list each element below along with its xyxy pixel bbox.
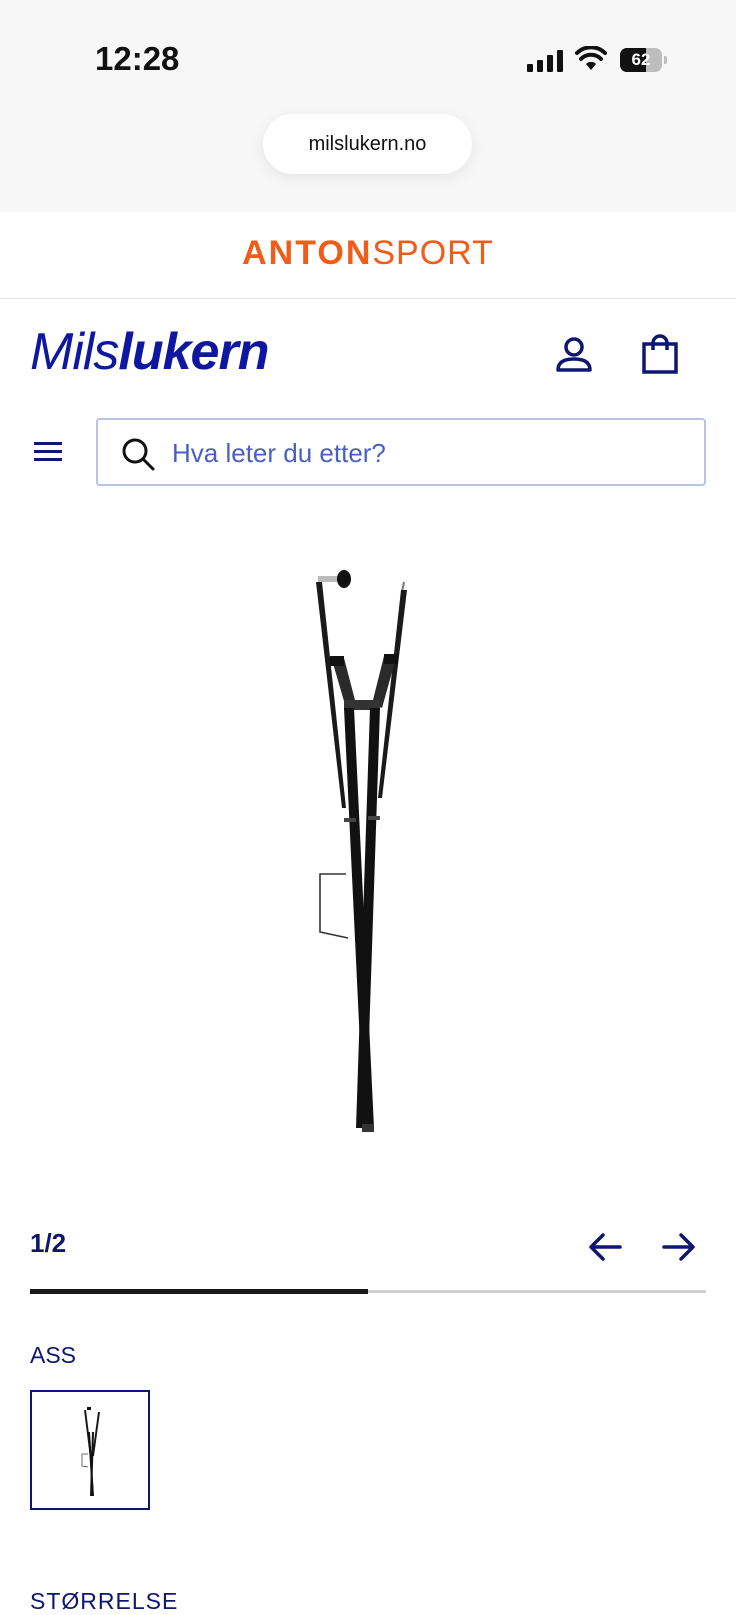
gallery-counter: 1/2: [30, 1228, 67, 1258]
anton-sport-logo[interactable]: ANTONSPORT: [0, 234, 736, 273]
arrow-right-icon[interactable]: [660, 1230, 698, 1264]
cellular-signal-icon: [527, 50, 563, 72]
size-label: STØRRELSE: [30, 1588, 179, 1614]
gallery-progress-fill: [30, 1289, 368, 1294]
search-icon[interactable]: [120, 436, 156, 472]
gallery-progress: [30, 1289, 706, 1294]
thumbnail-image: [81, 1407, 100, 1496]
status-time: 12:28: [95, 40, 180, 77]
search-input[interactable]: Hva leter du etter?: [96, 418, 706, 486]
browser-chrome: 12:28 62 milslukern.no: [0, 0, 736, 212]
user-icon[interactable]: [552, 332, 596, 376]
search-placeholder: Hva leter du etter?: [172, 438, 386, 468]
wifi-icon: [575, 46, 607, 70]
milslukern-logo[interactable]: Milslukern: [30, 322, 269, 382]
url-bar[interactable]: milslukern.no: [263, 114, 472, 174]
variant-thumbnail[interactable]: [30, 1390, 150, 1510]
arrow-left-icon[interactable]: [586, 1230, 624, 1264]
battery-icon: 62: [620, 48, 668, 72]
anton-sport-banner[interactable]: ANTONSPORT: [0, 212, 736, 299]
product-image[interactable]: [300, 568, 440, 1158]
battery-level: 62: [631, 50, 651, 69]
variant-label: ASS: [30, 1342, 77, 1368]
hamburger-icon[interactable]: [32, 436, 64, 468]
shopping-bag-icon[interactable]: [638, 332, 682, 376]
